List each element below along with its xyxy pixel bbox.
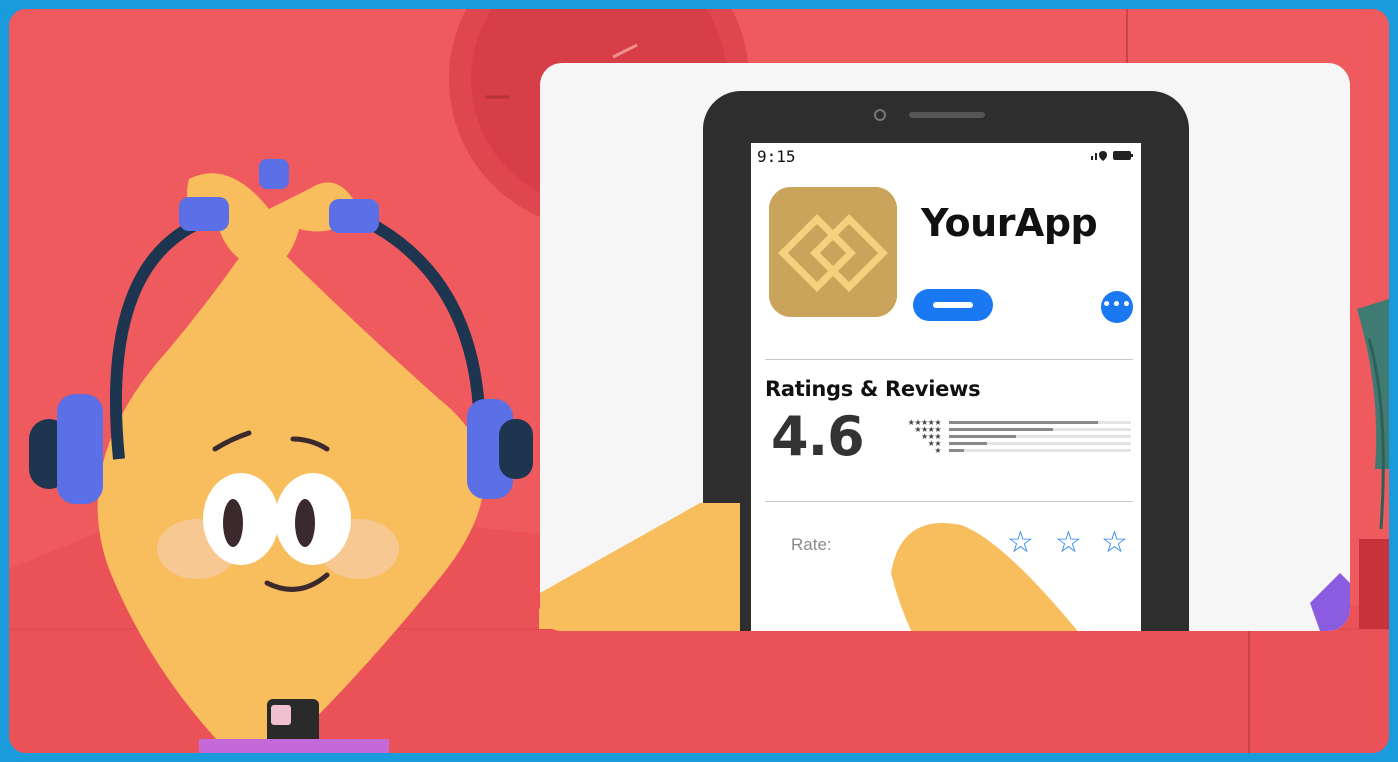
video-frame: 9:15 YourApp ••• Ratings & Reviews 4.6 ★…: [0, 0, 1398, 762]
ellipsis-icon: •••: [1102, 297, 1132, 313]
purple-sleeve-illustration: [1310, 573, 1350, 631]
status-indicators-icon: [1091, 151, 1133, 161]
rating-bar-5: [949, 421, 1131, 424]
status-time: 9:15: [757, 147, 796, 166]
star-rows-column: ★★★★★ ★★★★ ★★★ ★★ ★: [881, 419, 942, 455]
rating-bar-4: [949, 428, 1131, 431]
ratings-reviews-title: Ratings & Reviews: [765, 377, 981, 401]
rating-bar-2-fill: [949, 442, 988, 445]
rating-bar-5-fill: [949, 421, 1099, 424]
more-options-button[interactable]: •••: [1101, 291, 1133, 323]
diamond-logo-icon: [769, 187, 897, 317]
phone-screen: 9:15 YourApp ••• Ratings & Reviews 4.6 ★…: [751, 143, 1141, 631]
tapping-finger-illustration: [891, 523, 1078, 631]
rating-bar-1: [949, 449, 1131, 452]
rate-label: Rate:: [791, 535, 832, 554]
app-name: YourApp: [921, 201, 1098, 245]
hand-illustration: [540, 503, 740, 631]
star-row-1: ★: [934, 446, 941, 455]
app-icon[interactable]: [769, 187, 897, 317]
average-rating: 4.6: [771, 405, 865, 468]
rate-divider: [765, 501, 1133, 502]
rating-bar-4-fill: [949, 428, 1053, 431]
phone-device: 9:15 YourApp ••• Ratings & Reviews 4.6 ★…: [703, 91, 1189, 631]
star-row-2: ★★: [927, 439, 942, 448]
rating-bar-2: [949, 442, 1131, 445]
section-divider: [765, 359, 1133, 360]
get-button-bar: [933, 302, 973, 308]
app-store-card: 9:15 YourApp ••• Ratings & Reviews 4.6 ★…: [540, 63, 1350, 631]
camera-speaker-icon: [874, 109, 985, 121]
rating-bar-3: [949, 435, 1131, 438]
get-button[interactable]: [913, 289, 993, 321]
rating-bar-3-fill: [949, 435, 1017, 438]
rating-bar-1-fill: [949, 449, 964, 452]
